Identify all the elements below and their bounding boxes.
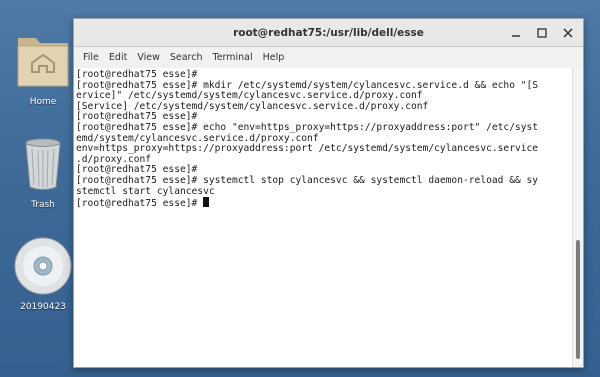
menu-help[interactable]: Help	[258, 52, 290, 63]
maximize-icon[interactable]	[537, 27, 547, 38]
menu-file[interactable]: File	[78, 52, 104, 63]
home-desktop-icon[interactable]: Home	[8, 28, 78, 107]
optical-disc-icon	[14, 237, 72, 295]
menu-search[interactable]: Search	[165, 52, 208, 63]
close-icon[interactable]	[563, 27, 573, 38]
home-label: Home	[29, 97, 57, 107]
trash-desktop-icon[interactable]: Trash	[8, 135, 78, 210]
trash-label: Trash	[31, 200, 55, 210]
command-prompt: [root@redhat75 esse]#	[76, 198, 204, 210]
folder-home-icon	[17, 38, 69, 87]
trash-icon	[25, 138, 61, 190]
menu-terminal[interactable]: Terminal	[208, 52, 258, 63]
terminal-line: [root@redhat75 esse]# systemctl stop cyl…	[76, 174, 539, 186]
terminal-line: [root@redhat75 esse]#	[76, 69, 198, 80]
window-controls	[511, 19, 573, 46]
minimize-icon[interactable]	[511, 28, 521, 38]
scrollbar-thumb[interactable]	[576, 240, 580, 359]
menu-edit[interactable]: Edit	[104, 52, 132, 63]
menu-bar: File Edit View Search Terminal Help	[74, 47, 583, 69]
menu-view[interactable]: View	[132, 52, 165, 63]
window-title: root@redhat75:/usr/lib/dell/esse	[233, 26, 424, 39]
text-cursor	[203, 197, 210, 208]
terminal-line: [root@redhat75 esse]# echo "env=https_pr…	[76, 121, 539, 133]
terminal-window[interactable]: root@redhat75:/usr/lib/dell/esse File Ed…	[73, 18, 584, 368]
terminal-output[interactable]: [root@redhat75 esse]# [root@redhat75 ess…	[74, 68, 573, 367]
window-titlebar[interactable]: root@redhat75:/usr/lib/dell/esse	[74, 19, 583, 47]
terminal-line: stemctl start cylancesvc	[76, 185, 215, 197]
prompt-line[interactable]: [root@redhat75 esse]#	[76, 197, 573, 210]
vertical-scrollbar[interactable]	[572, 68, 583, 367]
disc-desktop-icon[interactable]: 20190423	[8, 235, 78, 312]
disc-label: 20190423	[20, 302, 66, 312]
